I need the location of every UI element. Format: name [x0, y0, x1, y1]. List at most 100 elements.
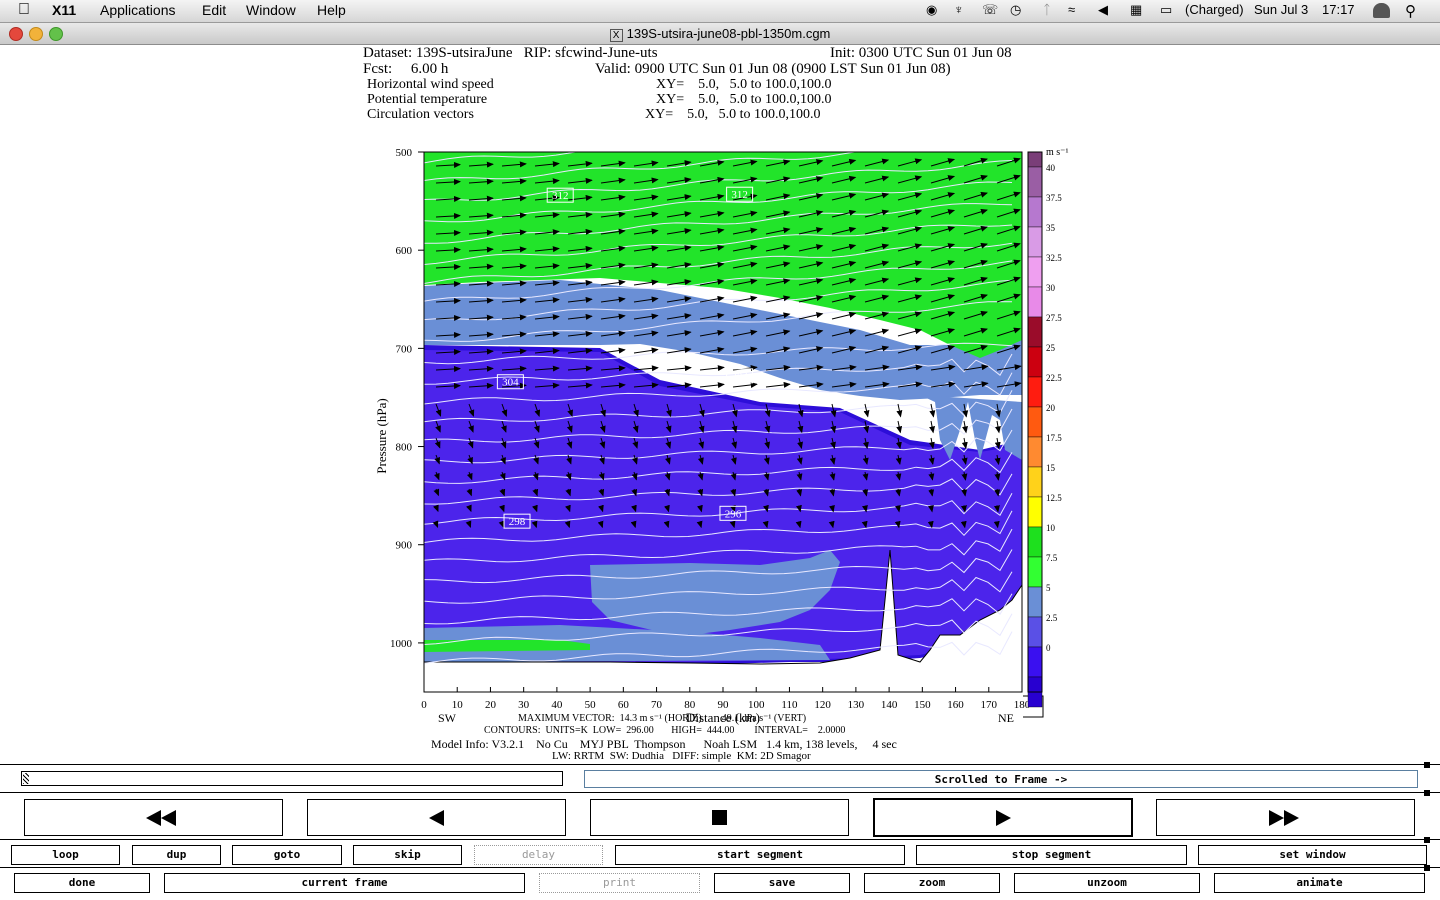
save-button[interactable]: save	[714, 873, 850, 893]
current-frame-button[interactable]: current frame	[164, 873, 525, 893]
pane-handle[interactable]	[1424, 790, 1430, 796]
colorbar-unit: m s⁻¹	[1046, 147, 1068, 158]
colorbar-label: 5	[1046, 583, 1051, 593]
user-icon[interactable]	[1373, 3, 1390, 18]
field-1-xy: XY= 5.0, 5.0 to 100.0,100.0	[656, 77, 832, 92]
volume-icon[interactable]: ◀	[1098, 2, 1108, 18]
x11-icon: X	[609, 29, 623, 42]
footer-contours: CONTOURS: UNITS=K LOW= 296.00 HIGH= 444.…	[484, 725, 846, 736]
colorbar-swatch	[1027, 286, 1043, 318]
panel-divider	[0, 839, 1440, 840]
stop-segment-button[interactable]: stop segment	[916, 845, 1187, 865]
colorbar-swatch	[1027, 586, 1043, 618]
contour-label: 312	[731, 189, 748, 201]
colorbar-swatch	[1027, 226, 1043, 258]
pane-handle[interactable]	[1424, 762, 1430, 768]
y-axis-label: Pressure (hPa)	[374, 398, 389, 473]
scrollbar-thumb[interactable]	[23, 773, 29, 784]
panel-divider	[0, 764, 1440, 765]
colorbar-swatch	[1027, 376, 1043, 408]
colorbar-label: 25	[1046, 343, 1056, 353]
menu-window[interactable]: Window	[246, 2, 296, 18]
delay-button[interactable]: delay	[474, 845, 603, 865]
colorbar-label: 32.5	[1046, 253, 1062, 263]
x-tick-label: 60	[618, 699, 630, 711]
colorbar-swatch	[1027, 496, 1043, 528]
colorbar-swatch	[1027, 316, 1043, 348]
contour-label: 304	[731, 371, 748, 383]
colorbar-label: 30	[1046, 283, 1056, 293]
dup-button[interactable]: dup	[132, 845, 221, 865]
play-icon	[996, 810, 1011, 826]
rewind-icon	[146, 810, 176, 826]
colorbar-label: 12.5	[1046, 493, 1062, 503]
menu-applications[interactable]: Applications	[100, 2, 176, 18]
menu-date[interactable]: Sun Jul 3	[1254, 2, 1308, 17]
rewind-button[interactable]	[24, 799, 283, 836]
battery-icon[interactable]: ▭	[1160, 2, 1172, 18]
x-tick-label: 70	[651, 699, 663, 711]
y-tick-label: 700	[396, 343, 413, 355]
zoom-button[interactable]: zoom	[864, 873, 1000, 893]
status-field: Scrolled to Frame ->	[584, 770, 1418, 788]
colorbar-swatch	[1027, 646, 1043, 678]
wifi-icon[interactable]: ≈	[1068, 2, 1075, 17]
skip-button[interactable]: skip	[353, 845, 462, 865]
animate-button[interactable]: animate	[1214, 873, 1425, 893]
unzoom-button[interactable]: unzoom	[1014, 873, 1200, 893]
print-button[interactable]: print	[539, 873, 700, 893]
colorbar-label: 7.5	[1046, 553, 1058, 563]
spotlight-icon[interactable]: ⚲	[1405, 2, 1416, 20]
window-title: X 139S-utsira-june08-pbl-1350m.cgm	[0, 26, 1440, 42]
alien-icon[interactable]: ◉	[926, 2, 937, 18]
x-tick-label: 0	[421, 699, 427, 711]
x-tick-label: 10	[452, 699, 464, 711]
step-back-button[interactable]	[307, 799, 566, 836]
colorbar-label: 2.5	[1046, 613, 1058, 623]
colorbar-label: 0	[1046, 643, 1051, 653]
antenna-icon[interactable]: ♆	[954, 2, 964, 17]
colorbar-label: 40	[1046, 163, 1056, 173]
calendar-icon[interactable]: ▦	[1130, 2, 1142, 18]
frame-scrollbar[interactable]	[21, 771, 563, 786]
battery-status[interactable]: (Charged)	[1185, 2, 1244, 17]
menu-app[interactable]: X11	[52, 2, 76, 18]
colorbar-swatch	[1027, 166, 1043, 198]
play-button[interactable]	[873, 798, 1133, 837]
window-titlebar: X 139S-utsira-june08-pbl-1350m.cgm	[0, 23, 1440, 45]
pane-handle[interactable]	[1424, 865, 1430, 871]
sw-label: SW	[438, 711, 457, 725]
goto-button[interactable]: goto	[232, 845, 342, 865]
x-tick-label: 30	[518, 699, 530, 711]
y-tick-label: 900	[396, 540, 413, 552]
start-segment-button[interactable]: start segment	[615, 845, 905, 865]
y-tick-label: 600	[396, 245, 413, 257]
menu-bar:  X11 Applications Edit Window Help ◉ ♆ …	[0, 0, 1440, 23]
footer-physics: LW: RRTM SW: Dudhia DIFF: simple KM: 2D …	[552, 750, 811, 762]
x-tick-label: 130	[848, 699, 865, 711]
header-valid: Valid: 0900 UTC Sun 01 Jun 08 (0900 LST …	[595, 61, 951, 77]
phone-icon[interactable]: ☏	[982, 2, 998, 18]
x-tick-label: 110	[781, 699, 798, 711]
header-init: Init: 0300 UTC Sun 01 Jun 08	[830, 45, 1012, 61]
apple-icon[interactable]: 	[18, 1, 30, 19]
x-tick-label: 40	[551, 699, 563, 711]
bluetooth-icon[interactable]: ᛏ	[1043, 2, 1051, 17]
menu-edit[interactable]: Edit	[202, 2, 226, 18]
field-2-xy: XY= 5.0, 5.0 to 100.0,100.0	[656, 92, 832, 107]
done-button[interactable]: done	[14, 873, 150, 893]
wind-vector	[993, 520, 1000, 529]
time-machine-icon[interactable]: ◷	[1010, 2, 1021, 18]
stop-button[interactable]	[590, 799, 849, 836]
cross-section-chart: 312 312304 304298296 5006007008009001000 0…	[374, 147, 1068, 725]
x-tick-label: 160	[947, 699, 964, 711]
menu-help[interactable]: Help	[317, 2, 346, 18]
fast-forward-button[interactable]	[1156, 799, 1415, 836]
pane-handle[interactable]	[1424, 837, 1430, 843]
set-window-button[interactable]: set window	[1198, 845, 1427, 865]
header-fcst: Fcst: 6.00 h	[363, 61, 449, 77]
field-3-xy: XY= 5.0, 5.0 to 100.0,100.0	[645, 107, 821, 122]
colorbar-swatch	[1027, 556, 1043, 588]
menu-time[interactable]: 17:17	[1322, 2, 1355, 17]
loop-button[interactable]: loop	[11, 845, 120, 865]
